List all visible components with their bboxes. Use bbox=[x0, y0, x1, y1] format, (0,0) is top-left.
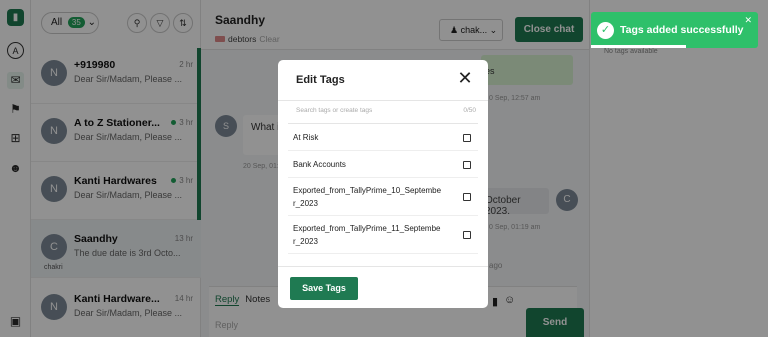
divider bbox=[278, 266, 488, 267]
tag-row[interactable]: Exported_from_TallyPrime_11_Septembe r_2… bbox=[288, 216, 478, 254]
tag-label: Exported_from_TallyPrime_10_Septembe r_2… bbox=[293, 186, 442, 208]
tag-label: At Risk bbox=[293, 133, 319, 142]
tag-checkbox[interactable] bbox=[463, 134, 471, 142]
success-toast: ✓ Tags added successfully ✕ bbox=[591, 12, 758, 48]
edit-tags-modal: Edit Tags ✕ Search tags or create tags 0… bbox=[278, 60, 488, 308]
tag-label: Exported_from_TallyPrime_11_Septembe r_2… bbox=[293, 224, 441, 246]
tag-checkbox[interactable] bbox=[463, 193, 471, 201]
tag-row[interactable]: Bank Accounts bbox=[288, 151, 478, 178]
tag-list: At Risk Bank Accounts Exported_from_Tall… bbox=[288, 124, 478, 264]
tag-row[interactable]: Exported_from_TallyPrime_10_Septembe r_2… bbox=[288, 178, 478, 216]
tag-row[interactable]: At Risk bbox=[288, 124, 478, 151]
close-icon[interactable]: ✕ bbox=[744, 15, 752, 26]
toast-progress-bar bbox=[591, 45, 687, 48]
save-tags-button[interactable]: Save Tags bbox=[290, 277, 358, 300]
tag-count: 0/50 bbox=[463, 107, 476, 114]
divider bbox=[278, 100, 488, 101]
toast-message: Tags added successfully bbox=[620, 24, 744, 36]
tag-label: Bank Accounts bbox=[293, 160, 346, 169]
tag-checkbox[interactable] bbox=[463, 231, 471, 239]
modal-title: Edit Tags bbox=[296, 74, 345, 86]
check-icon: ✓ bbox=[597, 22, 614, 39]
tag-search-input[interactable]: Search tags or create tags bbox=[296, 107, 372, 114]
close-icon[interactable]: ✕ bbox=[456, 68, 474, 88]
tag-checkbox[interactable] bbox=[463, 161, 471, 169]
